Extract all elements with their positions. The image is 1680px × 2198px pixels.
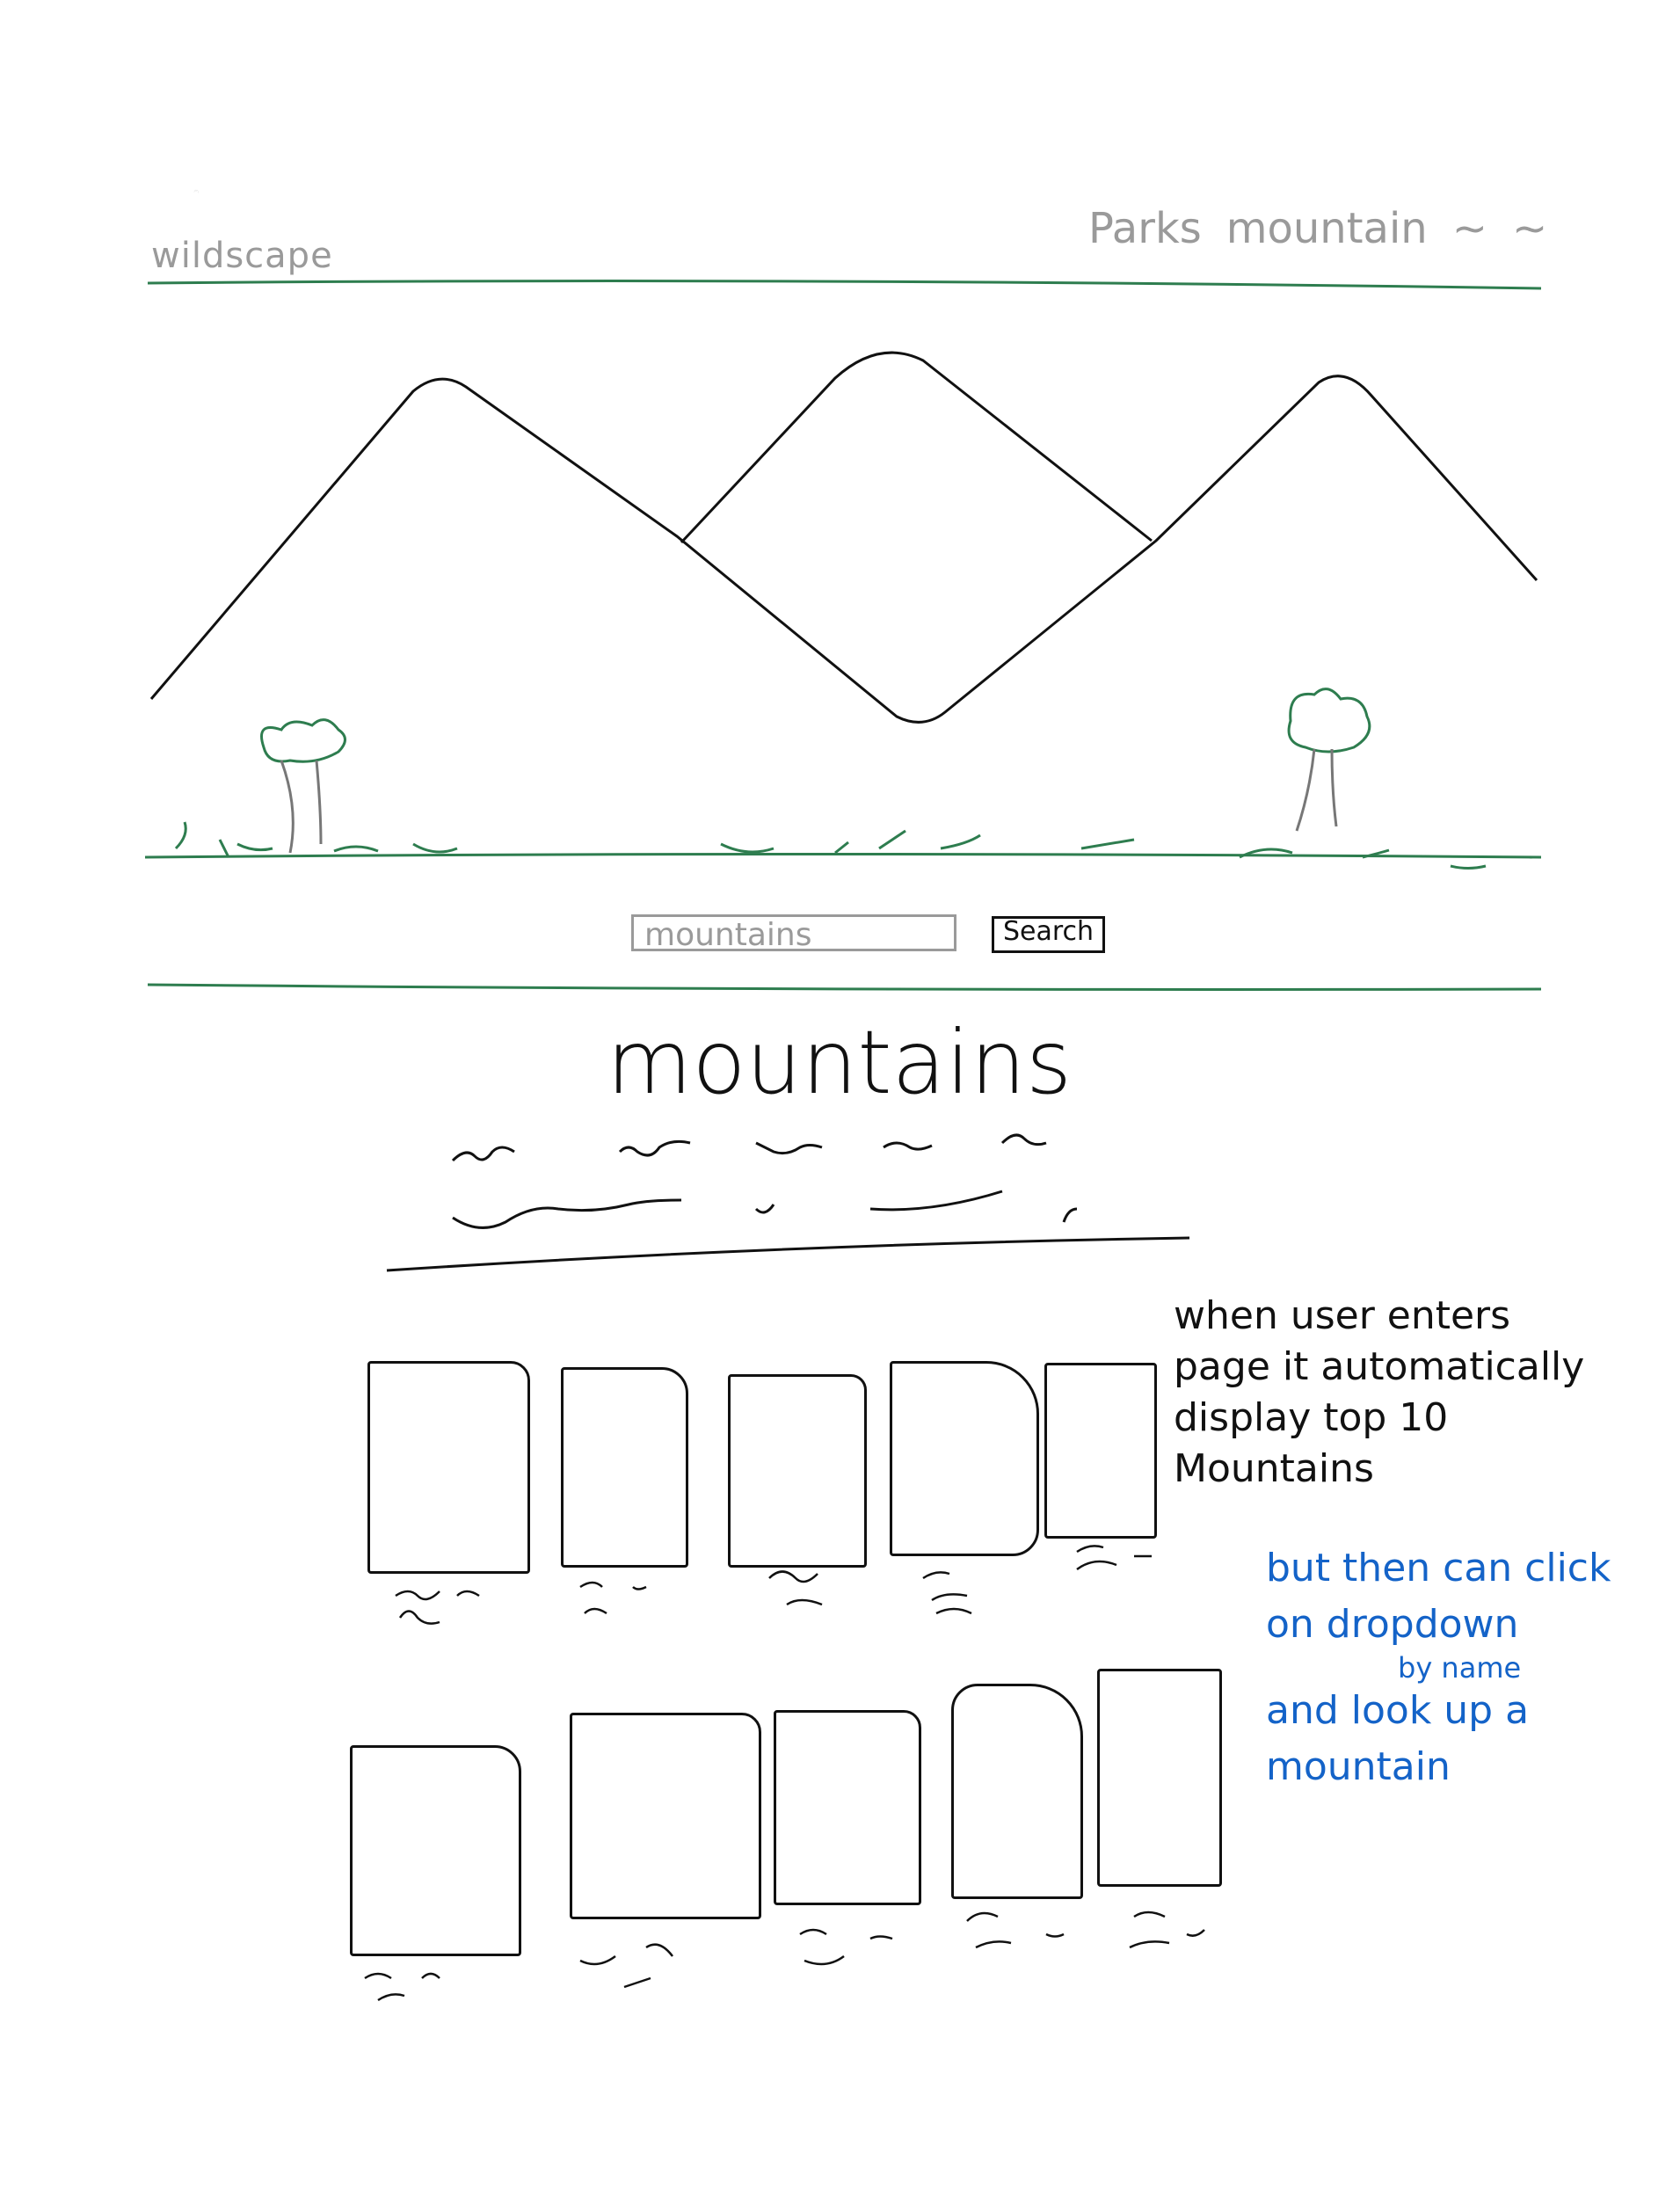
tree-icon (1287, 688, 1371, 753)
annotation-text-end: and look up a mountain (1266, 1688, 1530, 1789)
mountain-card[interactable] (350, 1745, 521, 1956)
description-placeholder (451, 1133, 1078, 1229)
mountain-card[interactable] (890, 1361, 1039, 1556)
search-divider (147, 983, 1542, 991)
mountain-card[interactable] (1097, 1669, 1222, 1887)
hero-mountains (149, 375, 1538, 724)
header-divider (147, 280, 1542, 290)
page-title: mountains (607, 1011, 1073, 1114)
search-input[interactable]: mountains (631, 914, 956, 953)
mountain-card[interactable] (728, 1374, 867, 1568)
annotation-text-small: by name (1398, 1651, 1522, 1685)
search-button[interactable]: Search (992, 916, 1106, 953)
mountain-card[interactable] (561, 1367, 688, 1568)
annotation-text: but then can click on dropdown (1266, 1546, 1611, 1647)
mountain-card[interactable] (774, 1710, 921, 1905)
mountain-card[interactable] (951, 1684, 1083, 1899)
mountain-card[interactable] (367, 1361, 530, 1574)
description-divider (386, 1236, 1190, 1272)
tree-icon (260, 718, 346, 763)
annotation-note-blue: but then can click on dropdown by name a… (1266, 1540, 1635, 1795)
ground-line (144, 853, 1542, 859)
mountain-card[interactable] (1044, 1363, 1157, 1539)
mountain-card[interactable] (570, 1713, 761, 1919)
annotation-note: when user enters page it automatically d… (1174, 1293, 1585, 1491)
